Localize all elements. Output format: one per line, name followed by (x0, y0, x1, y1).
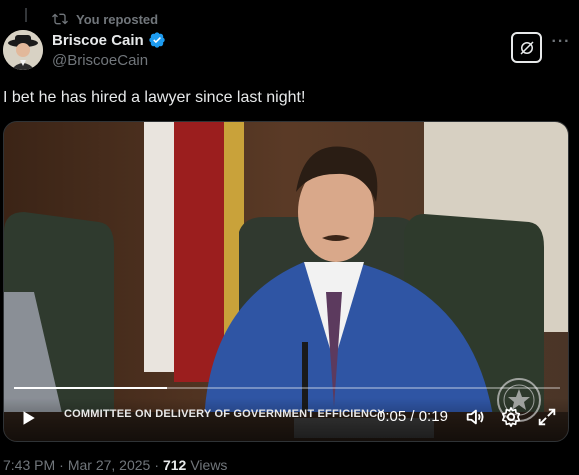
author-name-row[interactable]: Briscoe Cain (52, 31, 166, 49)
tweet-date[interactable]: Mar 27, 2025 (68, 457, 151, 473)
play-icon (23, 411, 35, 425)
tweet-meta: 7:43 PM · Mar 27, 2025 · 712 Views (3, 457, 227, 473)
video-lower-third-caption: COMMITTEE ON DELIVERY OF GOVERNMENT EFFI… (64, 408, 384, 420)
video-player[interactable]: COMMITTEE ON DELIVERY OF GOVERNMENT EFFI… (3, 121, 569, 442)
settings-button[interactable] (500, 406, 522, 428)
video-progress-bar[interactable] (14, 387, 560, 389)
video-frame (4, 122, 568, 441)
video-progress-fill (14, 387, 167, 389)
thread-line (25, 8, 27, 22)
tweet-time[interactable]: 7:43 PM (3, 457, 55, 473)
repost-label: You reposted (76, 11, 159, 27)
verified-badge-icon (149, 32, 165, 48)
play-button[interactable] (16, 406, 40, 430)
volume-icon (466, 409, 484, 425)
meta-separator: · (59, 457, 64, 473)
volume-button[interactable] (464, 406, 486, 428)
gear-icon (501, 407, 521, 427)
expand-icon (538, 408, 556, 426)
more-dots-icon: ··· (551, 33, 571, 50)
views-label: Views (190, 457, 228, 473)
views-count: 712 (162, 457, 187, 473)
meta-separator: · (154, 457, 159, 473)
grok-button[interactable] (511, 32, 542, 63)
video-time-display: 0:05 / 0:19 (377, 408, 448, 425)
video-current-time: 0:05 (377, 408, 407, 425)
repost-indicator: You reposted (52, 11, 158, 27)
video-time-separator: / (406, 408, 419, 425)
repost-icon (52, 13, 68, 25)
more-options-button[interactable]: ··· (551, 32, 571, 52)
grok-icon (519, 40, 534, 55)
video-duration: 0:19 (418, 408, 448, 425)
fullscreen-button[interactable] (536, 406, 558, 428)
tweet-text: I bet he has hired a lawyer since last n… (3, 89, 306, 106)
author-handle[interactable]: @BriscoeCain (52, 52, 148, 69)
author-display-name[interactable]: Briscoe Cain (52, 32, 144, 49)
avatar[interactable] (3, 30, 43, 70)
